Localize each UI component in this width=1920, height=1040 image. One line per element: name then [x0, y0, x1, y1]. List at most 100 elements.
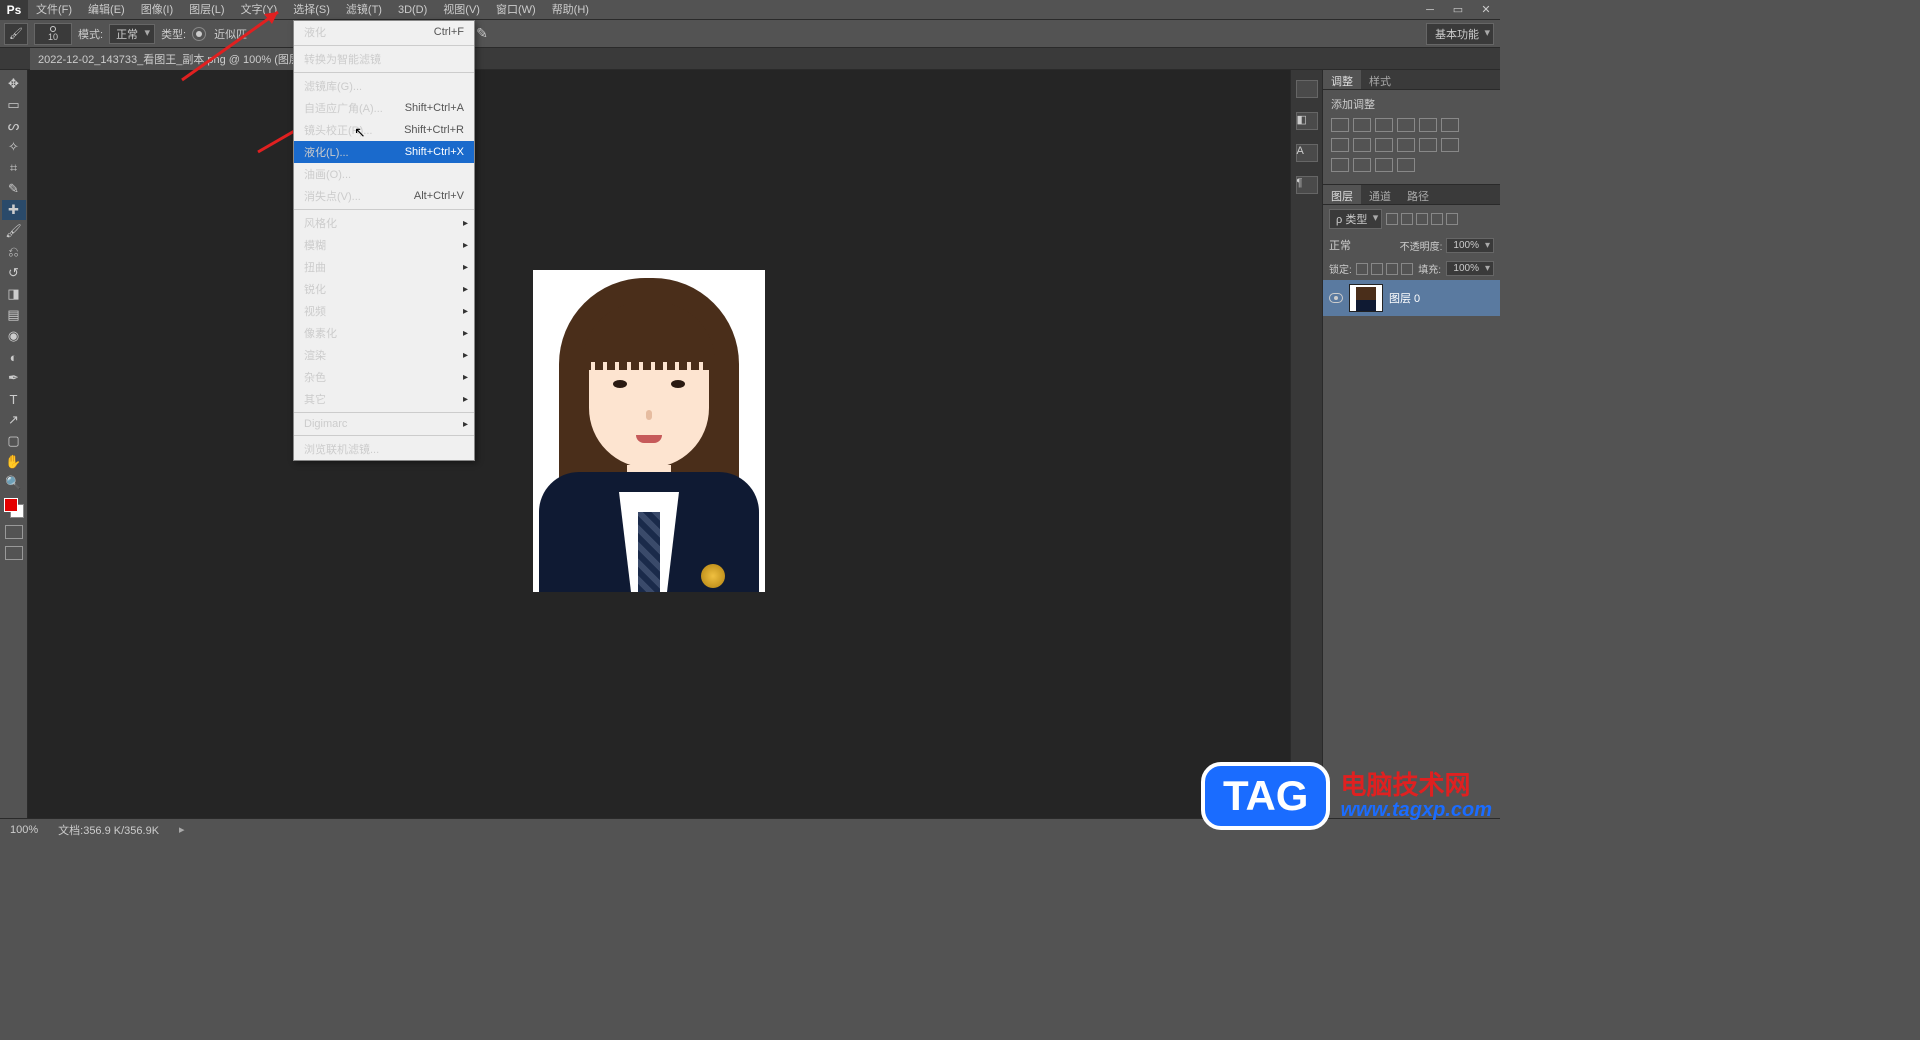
filter-item-7[interactable]: 液化(L)...Shift+Ctrl+X — [294, 141, 474, 163]
fill-value[interactable]: 100% — [1446, 261, 1494, 276]
path-tool[interactable]: ↗ — [2, 410, 26, 430]
adj-invert-icon[interactable] — [1419, 138, 1437, 152]
adj-select-icon[interactable] — [1375, 158, 1393, 172]
filter-item-5[interactable]: 自适应广角(A)...Shift+Ctrl+A — [294, 97, 474, 119]
filter-item-0[interactable]: 液化Ctrl+F — [294, 21, 474, 43]
lock-pos-icon[interactable] — [1386, 263, 1398, 275]
lasso-tool[interactable]: ᔕ — [2, 116, 26, 136]
tab-layers[interactable]: 图层 — [1323, 185, 1361, 204]
filter-item-23[interactable]: 浏览联机滤镜... — [294, 438, 474, 460]
filter-item-14[interactable]: 锐化 — [294, 278, 474, 300]
filter-item-15[interactable]: 视频 — [294, 300, 474, 322]
menu-text[interactable]: 文字(Y) — [233, 0, 286, 20]
filter-item-6[interactable]: 镜头校正(R)...Shift+Ctrl+R — [294, 119, 474, 141]
mode-select[interactable]: 正常 — [109, 24, 155, 44]
menu-view[interactable]: 视图(V) — [435, 0, 488, 20]
adj-bw-icon[interactable] — [1331, 138, 1349, 152]
dodge-tool[interactable]: ◐ — [2, 347, 26, 367]
eraser-tool[interactable]: ◨ — [2, 284, 26, 304]
tab-adjust[interactable]: 调整 — [1323, 70, 1361, 89]
gradient-tool[interactable]: ▤ — [2, 305, 26, 325]
adj-hue-icon[interactable] — [1441, 118, 1459, 132]
filter-item-13[interactable]: 扭曲 — [294, 256, 474, 278]
marquee-tool[interactable]: ▭ — [2, 95, 26, 115]
dock-btn-2[interactable]: ◧ — [1296, 112, 1318, 130]
adj-vibrance-icon[interactable] — [1419, 118, 1437, 132]
adj-brightness-icon[interactable] — [1331, 118, 1349, 132]
hand-tool[interactable]: ✋ — [2, 452, 26, 472]
filter-pixel-icon[interactable] — [1386, 213, 1398, 225]
brush-preset[interactable]: 10 — [34, 23, 72, 45]
crop-tool[interactable]: ⌗ — [2, 158, 26, 178]
dock-btn-4[interactable]: ¶ — [1296, 176, 1318, 194]
lock-all-icon[interactable] — [1401, 263, 1413, 275]
eyedropper-tool[interactable]: ✎ — [2, 179, 26, 199]
filter-item-11[interactable]: 风格化 — [294, 212, 474, 234]
adj-thresh-icon[interactable] — [1331, 158, 1349, 172]
adj-grad-icon[interactable] — [1353, 158, 1371, 172]
quickmask-button[interactable] — [5, 525, 23, 539]
healing-brush-tool[interactable]: ✚ — [2, 200, 26, 220]
menu-image[interactable]: 图像(I) — [133, 0, 181, 20]
adj-levels-icon[interactable] — [1353, 118, 1371, 132]
menu-select[interactable]: 选择(S) — [285, 0, 338, 20]
zoom-level[interactable]: 100% — [10, 824, 38, 836]
tab-style[interactable]: 样式 — [1361, 70, 1399, 89]
fg-color[interactable] — [4, 498, 18, 512]
filter-item-2[interactable]: 转换为智能滤镜 — [294, 48, 474, 70]
blur-tool[interactable]: ◉ — [2, 326, 26, 346]
filter-item-8[interactable]: 油画(O)... — [294, 163, 474, 185]
layer-visibility-icon[interactable] — [1329, 293, 1343, 303]
adj-x1-icon[interactable] — [1397, 158, 1415, 172]
filter-item-4[interactable]: 滤镜库(G)... — [294, 75, 474, 97]
menu-3d[interactable]: 3D(D) — [390, 0, 435, 20]
maximize-button[interactable]: ▭ — [1444, 0, 1472, 20]
zoom-tool[interactable]: 🔍 — [2, 473, 26, 493]
lock-trans-icon[interactable] — [1356, 263, 1368, 275]
screenmode-button[interactable] — [5, 546, 23, 560]
brush-tool[interactable]: 🖌 — [2, 221, 26, 241]
layer-kind-select[interactable]: ρ 类型 — [1329, 209, 1382, 229]
adj-poster-icon[interactable] — [1441, 138, 1459, 152]
filter-item-19[interactable]: 其它 — [294, 388, 474, 410]
layer-item-0[interactable]: 图层 0 — [1323, 280, 1500, 316]
menu-help[interactable]: 帮助(H) — [544, 0, 597, 20]
filter-item-16[interactable]: 像素化 — [294, 322, 474, 344]
minimize-button[interactable]: ─ — [1416, 0, 1444, 20]
filter-type-icon[interactable] — [1416, 213, 1428, 225]
type-tool[interactable]: T — [2, 389, 26, 409]
move-tool[interactable]: ✥ — [2, 74, 26, 94]
blend-mode-select[interactable]: 正常 — [1329, 237, 1396, 253]
filter-item-21[interactable]: Digimarc — [294, 415, 474, 433]
filter-item-9[interactable]: 消失点(V)...Alt+Ctrl+V — [294, 185, 474, 207]
workspace-select[interactable]: 基本功能 — [1426, 23, 1494, 45]
wand-tool[interactable]: ✧ — [2, 137, 26, 157]
menu-layer[interactable]: 图层(L) — [181, 0, 232, 20]
filter-shape-icon[interactable] — [1431, 213, 1443, 225]
filter-smart-icon[interactable] — [1446, 213, 1458, 225]
current-tool-icon[interactable]: 🖌 — [4, 23, 28, 45]
filter-item-17[interactable]: 渲染 — [294, 344, 474, 366]
menu-file[interactable]: 文件(F) — [28, 0, 80, 20]
dock-btn-1[interactable] — [1296, 80, 1318, 98]
pen-tool[interactable]: ✒ — [2, 368, 26, 388]
opacity-value[interactable]: 100% — [1446, 238, 1494, 253]
status-arrow-icon[interactable]: ▸ — [179, 823, 185, 836]
menu-edit[interactable]: 编辑(E) — [80, 0, 133, 20]
stamp-tool[interactable]: ⎌ — [2, 242, 26, 262]
shape-tool[interactable]: ▢ — [2, 431, 26, 451]
layer-thumbnail[interactable] — [1349, 284, 1383, 312]
menu-window[interactable]: 窗口(W) — [488, 0, 544, 20]
adj-mixer-icon[interactable] — [1375, 138, 1393, 152]
filter-adjust-icon[interactable] — [1401, 213, 1413, 225]
tab-paths[interactable]: 路径 — [1399, 185, 1437, 204]
lock-pixel-icon[interactable] — [1371, 263, 1383, 275]
filter-item-18[interactable]: 杂色 — [294, 366, 474, 388]
adj-curves-icon[interactable] — [1375, 118, 1393, 132]
adj-exposure-icon[interactable] — [1397, 118, 1415, 132]
filter-item-12[interactable]: 模糊 — [294, 234, 474, 256]
type-radio-1[interactable] — [192, 27, 206, 41]
close-button[interactable]: ✕ — [1472, 0, 1500, 20]
history-brush-tool[interactable]: ↺ — [2, 263, 26, 283]
pressure-icon[interactable]: ✎ — [476, 25, 488, 42]
